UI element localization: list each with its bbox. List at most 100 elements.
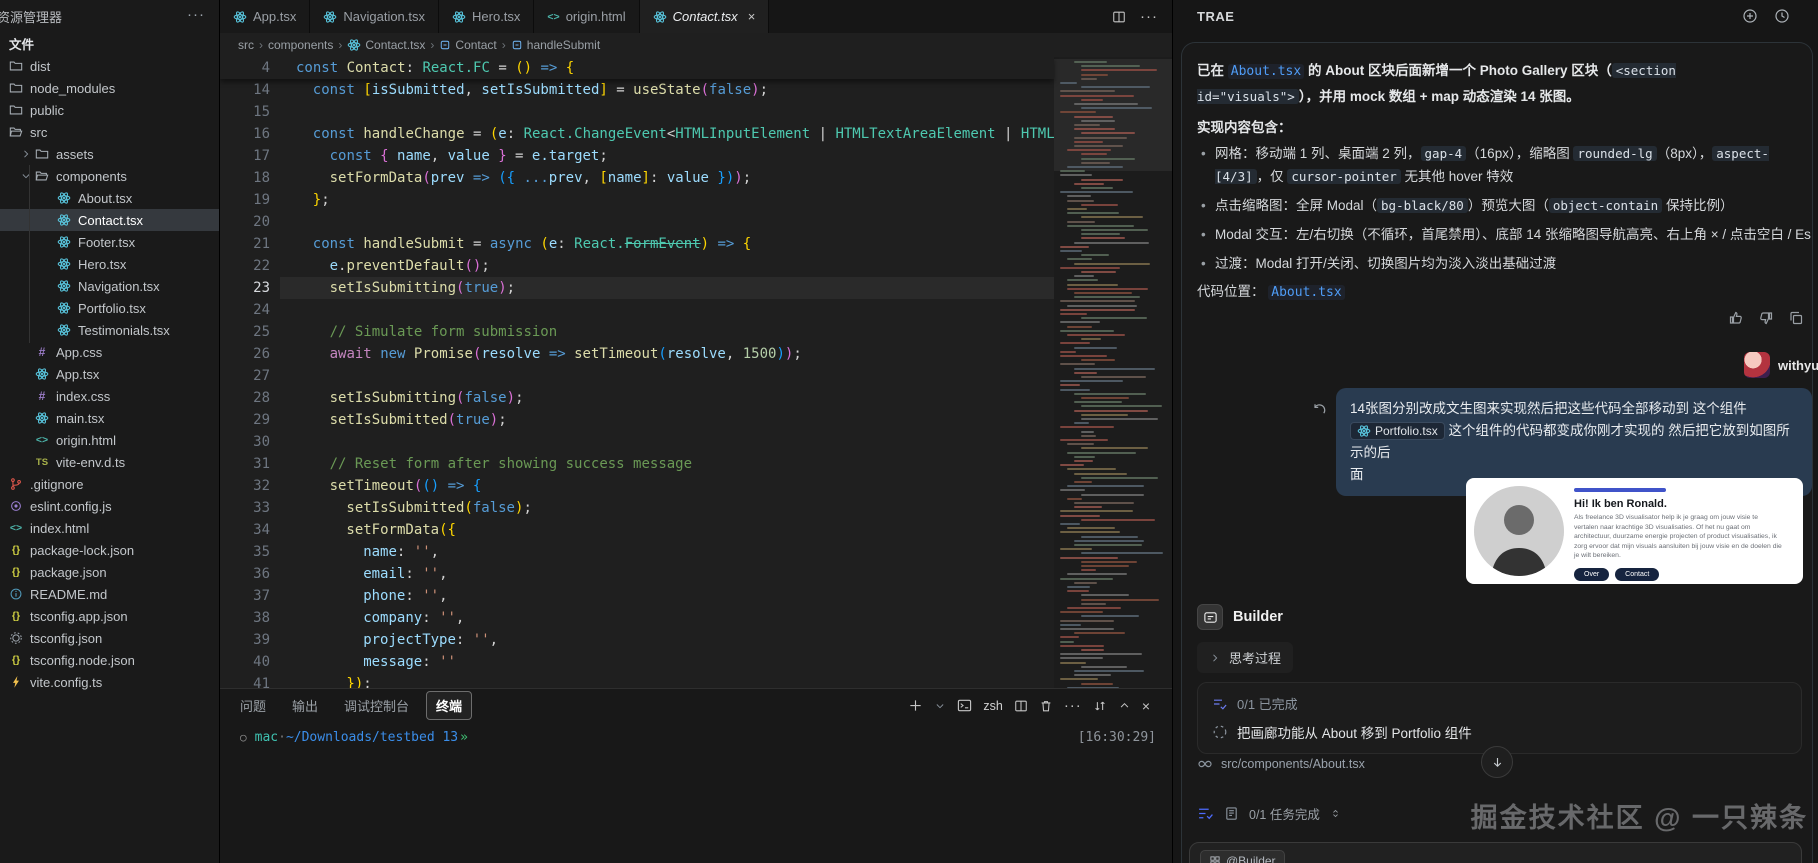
task-list-icon[interactable] — [1197, 805, 1214, 822]
file-tree-item-hero-tsx[interactable]: Hero.tsx — [0, 253, 219, 275]
breadcrumb-item[interactable]: handleSubmit — [511, 38, 600, 52]
undo-message-icon[interactable] — [1311, 402, 1327, 423]
file-tree-item-footer-tsx[interactable]: Footer.tsx — [0, 231, 219, 253]
symbol-icon — [439, 39, 451, 51]
attached-screenshot[interactable]: Hi! Ik ben Ronald. Als freelance 3D visu… — [1466, 478, 1803, 584]
code-editor[interactable]: 4const Contact: React.FC = () => {14cons… — [220, 57, 1172, 688]
file-tree-item-index-html[interactable]: <>index.html — [0, 517, 219, 539]
file-tree-item-package-lock-json[interactable]: {}package-lock.json — [0, 539, 219, 561]
file-tree-item-components[interactable]: components — [0, 165, 219, 187]
file-tree-item-index-css[interactable]: #index.css — [0, 385, 219, 407]
editor-tab-hero-tsx[interactable]: Hero.tsx — [439, 0, 534, 33]
new-terminal-icon[interactable] — [908, 698, 923, 713]
new-chat-icon[interactable] — [1742, 8, 1758, 24]
copy-icon[interactable] — [1788, 310, 1804, 326]
code-location-label: 代码位置： — [1197, 284, 1265, 299]
file-label: Footer.tsx — [78, 235, 135, 250]
shell-icon[interactable] — [957, 698, 972, 713]
json-icon: {} — [8, 608, 24, 624]
terminal-tab-调试控制台[interactable]: 调试控制台 — [344, 696, 409, 715]
screenshot-text-block: Hi! Ik ben Ronald. Als freelance 3D visu… — [1574, 486, 1795, 576]
editor-tab-contact-tsx[interactable]: Contact.tsx× — [640, 0, 770, 33]
document-icon[interactable] — [1224, 806, 1239, 821]
file-tree-item--gitignore[interactable]: .gitignore — [0, 473, 219, 495]
file-chip[interactable]: Portfolio.tsx — [1350, 422, 1445, 440]
react-icon — [347, 38, 361, 52]
chevron-up-down-icon[interactable] — [1330, 808, 1341, 819]
terminal-tab-问题[interactable]: 问题 — [240, 696, 266, 715]
breadcrumb-item[interactable]: Contact — [439, 38, 496, 52]
file-tree-item-vite-config-ts[interactable]: vite.config.ts — [0, 671, 219, 693]
chevron-right-icon[interactable] — [20, 148, 34, 160]
file-tree-item-package-json[interactable]: {}package.json — [0, 561, 219, 583]
breadcrumb-item[interactable]: Contact.tsx — [347, 38, 425, 52]
prompt-user: mac — [255, 730, 278, 745]
file-tree-item-tsconfig-app-json[interactable]: {} tsconfig.app.json — [0, 605, 219, 627]
file-tree-item-assets[interactable]: assets — [0, 143, 219, 165]
code-line-36: 36email: '', — [220, 563, 1054, 585]
editor-tab-app-tsx[interactable]: App.tsx — [220, 0, 310, 33]
file-tree-item-src[interactable]: src — [0, 121, 219, 143]
chat-header-icons — [1742, 8, 1790, 24]
more-actions-icon[interactable]: ··· — [1140, 8, 1158, 25]
more-icon[interactable]: ··· — [187, 6, 205, 23]
terminal-body[interactable]: ○ mac · ~/Downloads/testbed 13 » [16:30:… — [220, 722, 1172, 863]
file-tree-item-vite-env-d-ts[interactable]: TSvite-env.d.ts — [0, 451, 219, 473]
builder-mode-chip[interactable]: @Builder — [1200, 850, 1285, 863]
file-tree-item-node-modules[interactable]: node_modules — [0, 77, 219, 99]
editor-tab-origin-html[interactable]: <>origin.html — [534, 0, 639, 33]
minimap[interactable] — [1054, 57, 1172, 688]
kill-terminal-icon[interactable] — [1039, 699, 1053, 713]
thumbs-down-icon[interactable] — [1758, 310, 1774, 326]
code-line-14: 14const [isSubmitted, setIsSubmitted] = … — [220, 79, 1054, 101]
file-tree-item-app-css[interactable]: #App.css — [0, 341, 219, 363]
thinking-process-toggle[interactable]: 思考过程 — [1197, 642, 1293, 673]
chat-input-box[interactable]: @Builder — [1189, 842, 1802, 863]
explorer-sidebar: 资源管理器 ··· 文件 distnode_modulespublicsrcas… — [0, 0, 220, 863]
move-panel-icon[interactable] — [1093, 699, 1107, 713]
close-panel-icon[interactable]: × — [1142, 698, 1150, 714]
breadcrumb-item[interactable]: src — [238, 38, 254, 52]
maximize-panel-icon[interactable] — [1118, 699, 1131, 712]
split-editor-icon[interactable] — [1112, 10, 1126, 24]
thumbs-up-icon[interactable] — [1728, 310, 1744, 326]
terminal-tab-输出[interactable]: 输出 — [292, 696, 318, 715]
terminal-tab-终端[interactable]: 终端 — [426, 691, 472, 720]
file-tree-item-tsconfig-node-json[interactable]: {}tsconfig.node.json — [0, 649, 219, 671]
file-tree-item-portfolio-tsx[interactable]: Portfolio.tsx — [0, 297, 219, 319]
close-tab-icon[interactable]: × — [748, 9, 756, 24]
code-location-file-link[interactable]: About.tsx — [1268, 285, 1344, 300]
minimap-slider[interactable] — [1054, 59, 1172, 171]
task-progress-card[interactable]: 0/1 已完成 把画廊功能从 About 移到 Portfolio 组件 — [1197, 682, 1802, 754]
breadcrumb-item[interactable]: components — [268, 38, 333, 52]
more-actions-icon[interactable]: ··· — [1064, 697, 1082, 714]
workspace-section-label[interactable]: 文件 — [9, 34, 34, 53]
assistant-bullet: 网格：移动端 1 列、桌面端 2 列，gap-4（16px），缩略图 round… — [1197, 142, 1811, 188]
chevron-down-icon[interactable] — [20, 170, 34, 182]
code-line-29: 29setIsSubmitted(true); — [220, 409, 1054, 431]
file-reference-row[interactable]: src/components/About.tsx — [1197, 756, 1365, 772]
scroll-to-bottom-button[interactable] — [1481, 746, 1513, 778]
file-tree-item-about-tsx[interactable]: About.tsx — [0, 187, 219, 209]
file-tree-item-public[interactable]: public — [0, 99, 219, 121]
file-label: tsconfig.app.json — [30, 609, 128, 624]
assistant-bullet: 点击缩略图：全屏 Modal（bg-black/80）预览大图（object-c… — [1197, 194, 1811, 217]
react-icon — [34, 366, 50, 382]
history-icon[interactable] — [1774, 8, 1790, 24]
file-tree-item-contact-tsx[interactable]: Contact.tsx — [0, 209, 219, 231]
file-tree-item-readme-md[interactable]: README.md — [0, 583, 219, 605]
file-tree-item-testimonials-tsx[interactable]: Testimonials.tsx — [0, 319, 219, 341]
file-tree-item-navigation-tsx[interactable]: Navigation.tsx — [0, 275, 219, 297]
editor-tab-navigation-tsx[interactable]: Navigation.tsx — [310, 0, 439, 33]
file-label: vite-env.d.ts — [56, 455, 125, 470]
split-terminal-icon[interactable] — [1014, 699, 1028, 713]
file-tree-item-dist[interactable]: dist — [0, 55, 219, 77]
editor-column: App.tsxNavigation.tsxHero.tsx<>origin.ht… — [220, 0, 1172, 863]
file-tree-item-tsconfig-json[interactable]: tsconfig.json — [0, 627, 219, 649]
terminal-timestamp: [16:30:29] — [1078, 730, 1156, 745]
file-tree-item-app-tsx[interactable]: App.tsx — [0, 363, 219, 385]
terminal-dropdown-icon[interactable] — [934, 700, 946, 712]
file-tree-item-origin-html[interactable]: <>origin.html — [0, 429, 219, 451]
file-tree-item-main-tsx[interactable]: main.tsx — [0, 407, 219, 429]
file-tree-item-eslint-config-js[interactable]: eslint.config.js — [0, 495, 219, 517]
